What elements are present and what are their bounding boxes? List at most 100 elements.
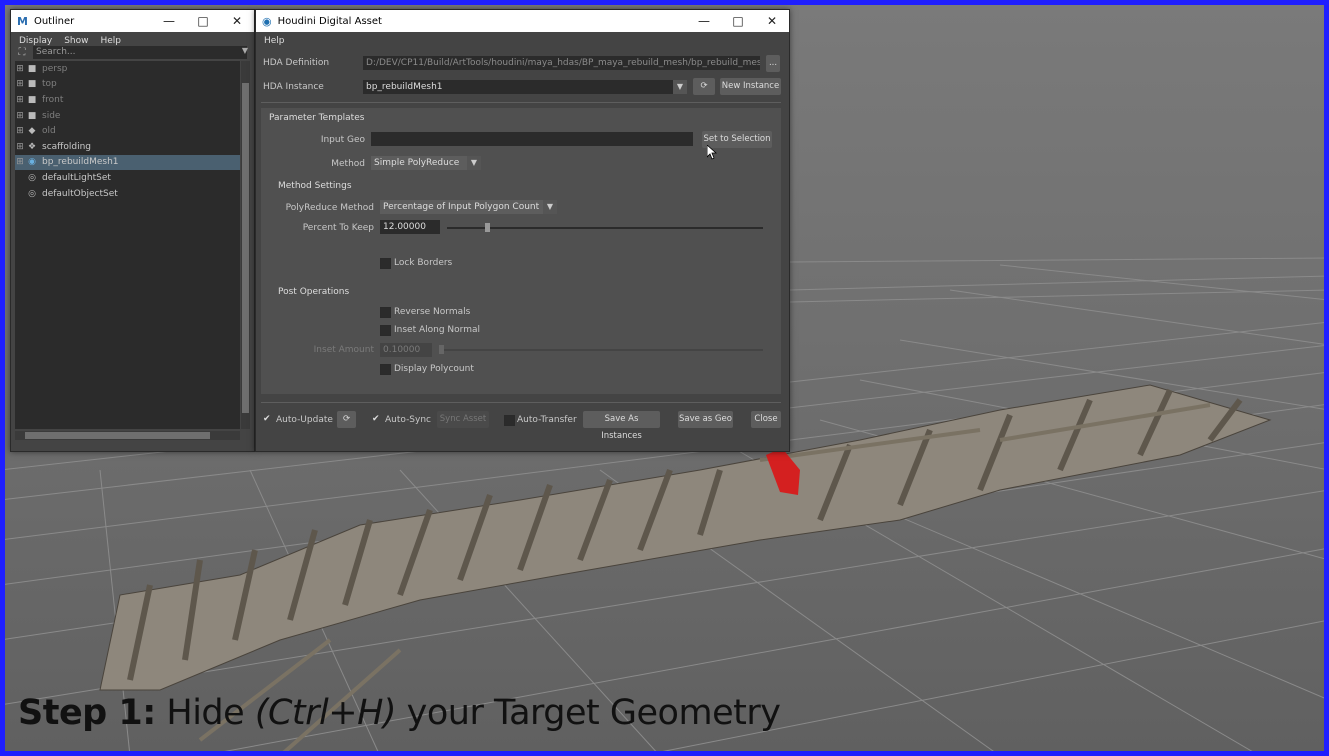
expand-icon[interactable]: ⊞ bbox=[15, 142, 25, 152]
hda-titlebar[interactable]: ◉ Houdini Digital Asset — □ ✕ bbox=[256, 10, 789, 32]
percent-to-keep-label: Percent To Keep bbox=[302, 223, 374, 233]
hda-menubar: Help bbox=[256, 32, 789, 50]
expand-icon[interactable]: ⊞ bbox=[15, 126, 25, 136]
inset-along-normal-checkbox[interactable] bbox=[380, 325, 391, 336]
mouse-cursor-icon bbox=[707, 145, 717, 160]
lock-borders-label: Lock Borders bbox=[394, 258, 453, 268]
menu-help[interactable]: Help bbox=[100, 36, 121, 46]
horizontal-scrollbar[interactable] bbox=[15, 431, 240, 440]
filter-icon[interactable]: ⛶ bbox=[15, 46, 29, 59]
list-item[interactable]: ⊞ ■ top bbox=[15, 77, 240, 93]
item-label: bp_rebuildMesh1 bbox=[42, 157, 119, 168]
mesh-icon: ◆ bbox=[28, 126, 36, 137]
camera-icon: ■ bbox=[27, 63, 37, 74]
chevron-down-icon[interactable]: ▼ bbox=[467, 156, 481, 170]
inset-slider-track bbox=[439, 349, 763, 351]
set-icon: ◎ bbox=[28, 188, 36, 199]
display-polycount-label: Display Polycount bbox=[394, 364, 474, 374]
polyreduce-method-select[interactable]: Percentage of Input Polygon Count ▼ bbox=[380, 200, 557, 214]
houdini-asset-icon: ◉ bbox=[28, 157, 36, 168]
list-item[interactable]: ⊞ ◆ old bbox=[15, 123, 240, 139]
auto-transfer-checkbox[interactable] bbox=[504, 415, 515, 426]
search-input[interactable]: Search... bbox=[33, 46, 247, 59]
item-label: top bbox=[42, 79, 57, 90]
auto-update-checkbox[interactable]: ✔ bbox=[263, 414, 271, 424]
method-label: Method bbox=[331, 159, 365, 169]
sync-icon[interactable]: ⟳ bbox=[337, 411, 356, 428]
expand-icon[interactable]: ⊞ bbox=[15, 95, 25, 105]
vertical-scrollbar[interactable] bbox=[241, 61, 250, 429]
maximize-icon[interactable]: □ bbox=[721, 14, 755, 28]
hda-instance-value: bp_rebuildMesh1 bbox=[366, 82, 443, 92]
menu-display[interactable]: Display bbox=[19, 36, 52, 46]
percent-slider-handle[interactable] bbox=[484, 223, 490, 232]
lock-borders-checkbox[interactable] bbox=[380, 258, 391, 269]
item-label: persp bbox=[42, 63, 68, 74]
camera-icon: ■ bbox=[27, 110, 37, 121]
input-geo-field[interactable] bbox=[371, 132, 693, 146]
close-icon[interactable]: ✕ bbox=[220, 14, 254, 28]
auto-sync-label: Auto-Sync bbox=[385, 415, 432, 425]
save-as-geo-button[interactable]: Save as Geo bbox=[678, 411, 733, 428]
minimize-icon[interactable]: — bbox=[152, 14, 186, 28]
hda-instance-select[interactable]: bp_rebuildMesh1 ▼ bbox=[363, 80, 687, 94]
auto-sync-checkbox[interactable]: ✔ bbox=[372, 414, 380, 424]
divider bbox=[261, 402, 781, 403]
set-icon: ◎ bbox=[28, 172, 36, 183]
display-polycount-checkbox[interactable] bbox=[380, 364, 391, 375]
input-geo-label: Input Geo bbox=[320, 135, 365, 145]
expand-icon[interactable]: ⊞ bbox=[15, 79, 25, 89]
save-as-instances-button[interactable]: Save As Instances bbox=[583, 411, 660, 441]
hda-definition-label: HDA Definition bbox=[263, 58, 330, 68]
polyreduce-method-value: Percentage of Input Polygon Count bbox=[383, 202, 540, 212]
caption-post: your Target Geometry bbox=[396, 693, 781, 733]
scroll-thumb[interactable] bbox=[242, 83, 249, 413]
browse-button[interactable]: ... bbox=[766, 55, 780, 72]
outliner-titlebar[interactable]: M Outliner — □ ✕ bbox=[11, 10, 254, 32]
new-instance-button[interactable]: New Instance bbox=[720, 78, 781, 95]
item-label: side bbox=[42, 110, 61, 121]
method-value: Simple PolyReduce bbox=[374, 158, 460, 168]
list-item[interactable]: ⊞ ■ side bbox=[15, 108, 240, 124]
percent-slider-track[interactable] bbox=[447, 227, 763, 229]
divider bbox=[261, 102, 781, 103]
hda-definition-field[interactable]: D:/DEV/CP11/Build/ArtTools/houdini/maya_… bbox=[363, 56, 760, 70]
outliner-search: ⛶ Search... ▼ bbox=[15, 46, 248, 59]
item-label: scaffolding bbox=[42, 141, 91, 152]
list-item[interactable]: ⊞ ■ persp bbox=[15, 61, 240, 77]
reverse-normals-checkbox[interactable] bbox=[380, 307, 391, 318]
chevron-down-icon[interactable]: ▼ bbox=[543, 200, 557, 214]
polyreduce-method-label: PolyReduce Method bbox=[285, 203, 374, 213]
menu-help[interactable]: Help bbox=[264, 36, 285, 46]
method-select[interactable]: Simple PolyReduce ▼ bbox=[371, 156, 481, 170]
inset-along-normal-label: Inset Along Normal bbox=[394, 325, 480, 335]
refresh-icon[interactable]: ⟳ bbox=[693, 78, 715, 95]
list-item[interactable]: ⊞ ❖ scaffolding bbox=[15, 139, 240, 155]
camera-icon: ■ bbox=[27, 79, 37, 90]
menu-show[interactable]: Show bbox=[64, 36, 88, 46]
maximize-icon[interactable]: □ bbox=[186, 14, 220, 28]
expand-icon[interactable]: ⊞ bbox=[15, 111, 25, 121]
list-item-selected[interactable]: ⊞ ◉ bp_rebuildMesh1 bbox=[15, 154, 240, 171]
list-item[interactable]: ◎ defaultLightSet bbox=[15, 170, 240, 186]
list-item[interactable]: ⊞ ■ front bbox=[15, 92, 240, 108]
chevron-down-icon[interactable]: ▼ bbox=[242, 46, 248, 55]
caption-shortcut: (Ctrl+H) bbox=[254, 693, 397, 733]
post-operations-heading: Post Operations bbox=[278, 287, 350, 297]
expand-icon[interactable]: ⊞ bbox=[15, 157, 25, 167]
inset-slider-handle bbox=[439, 345, 444, 354]
sync-asset-button: Sync Asset bbox=[437, 411, 489, 428]
close-button[interactable]: Close bbox=[751, 411, 781, 428]
tutorial-caption: Step 1: Hide (Ctrl+H) your Target Geomet… bbox=[18, 693, 781, 733]
chevron-down-icon[interactable]: ▼ bbox=[673, 80, 687, 94]
scroll-thumb[interactable] bbox=[25, 432, 210, 439]
minimize-icon[interactable]: — bbox=[687, 14, 721, 28]
hda-instance-label: HDA Instance bbox=[263, 82, 324, 92]
outliner-tree: ⊞ ■ persp ⊞ ■ top ⊞ ■ front ⊞ ■ side ⊞ ◆ old ⊞ ❖ sca… bbox=[15, 61, 240, 429]
percent-to-keep-field[interactable]: 12.00000 bbox=[380, 220, 440, 234]
caption-pre: Hide bbox=[155, 693, 255, 733]
expand-icon[interactable]: ⊞ bbox=[15, 64, 25, 74]
list-item[interactable]: ◎ defaultObjectSet bbox=[15, 186, 240, 202]
close-icon[interactable]: ✕ bbox=[755, 14, 789, 28]
item-label: front bbox=[42, 94, 64, 105]
